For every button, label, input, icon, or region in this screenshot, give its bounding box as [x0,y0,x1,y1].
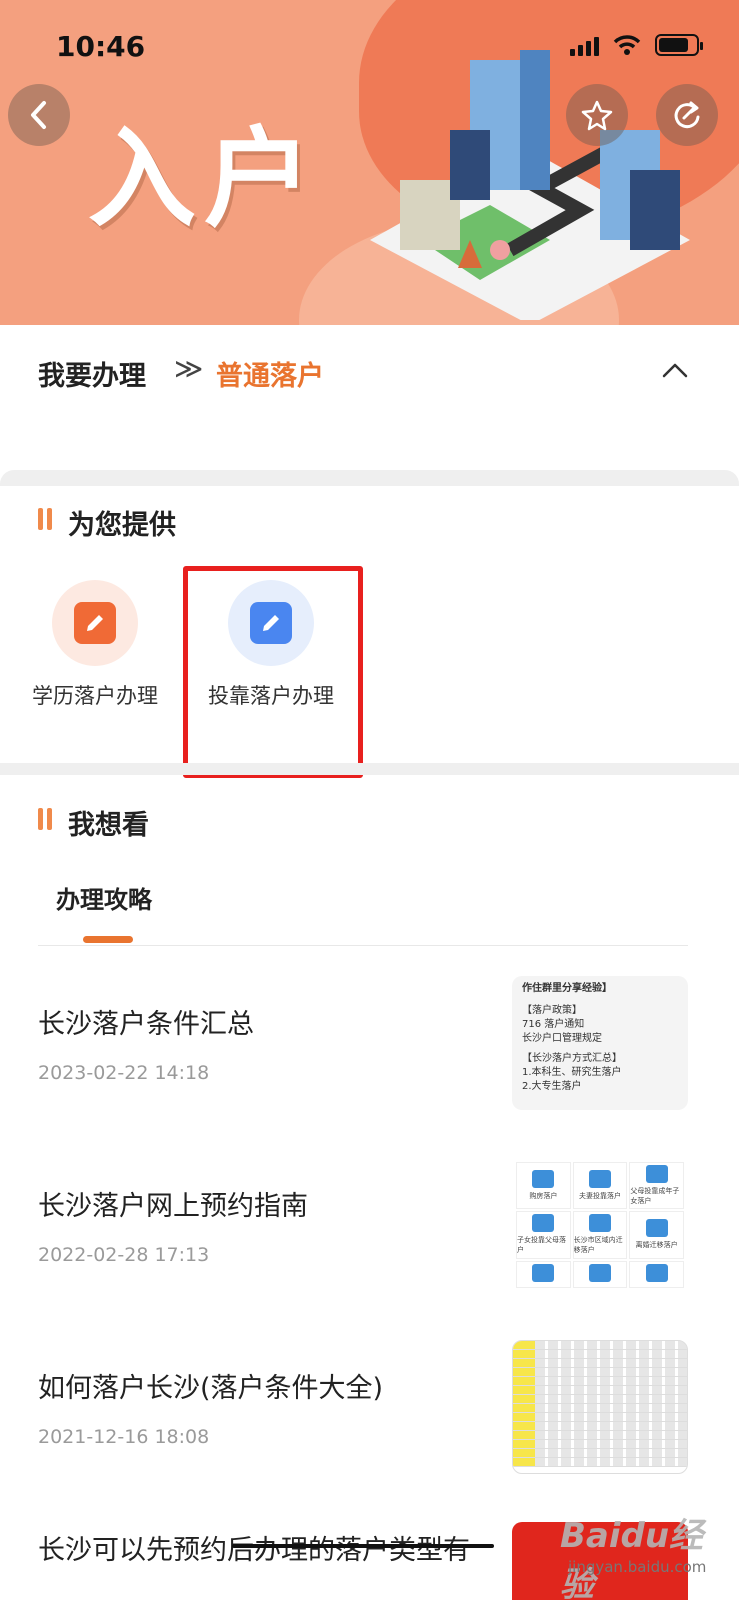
banner-title: 入户 [88,117,321,242]
status-icons [570,34,703,56]
article-thumbnail[interactable]: 作住群里分享经验】 【落户政策】 716 落户通知 长沙户口管理规定 【长沙落户… [512,976,688,1110]
article-title[interactable]: 如何落户长沙(落户条件大全) [38,1366,383,1405]
thumb-cell: 离婚迁移落户 [629,1211,684,1259]
thumb-table [513,1341,687,1467]
article-title[interactable]: 长沙落户条件汇总 [38,1002,254,1041]
thumb-text: 1.本科生、研究生落户 [522,1067,622,1078]
breadcrumb-label: 我要办理 [38,361,146,392]
service-icon-circle [52,580,138,666]
thumb-cell [516,1260,571,1288]
article-date: 2023-02-22 14:18 [38,1062,210,1084]
back-button[interactable] [8,84,70,146]
view-section-title: 我想看 [68,810,149,841]
article-thumbnail[interactable] [512,1340,688,1474]
thumb-cell: 夫妻投靠落户 [572,1162,628,1210]
status-time: 10:46 [56,30,146,63]
thumb-cell: 购房落户 [516,1162,571,1210]
tab-guides[interactable]: 办理攻略 [56,880,152,915]
thumb-cell [572,1260,628,1288]
thumb-text: 716 落户通知 [522,1019,585,1030]
thumb-text: 【长沙落户方式汇总】 [522,1053,622,1064]
breadcrumb [0,325,739,475]
chevron-up-icon[interactable] [662,362,688,378]
section-marker-icon [38,508,52,530]
article-date: 2021-12-16 18:08 [38,1426,210,1448]
section-divider [0,470,739,486]
article-date: 2022-02-28 17:13 [38,1244,210,1266]
tab-divider [38,945,688,946]
share-button[interactable] [656,84,718,146]
watermark-url: jingyan.baidu.com [568,1558,707,1576]
breadcrumb-current[interactable]: 普通落户 [216,354,324,393]
header-banner: 10:46 入户 [0,0,739,325]
breadcrumb-separator: ≫ [174,352,204,385]
thumb-text: 【落户政策】 [522,1005,582,1016]
thumb-cell: 子女投靠父母落户 [516,1211,571,1259]
wifi-icon [613,35,641,55]
baidu-watermark: Baidu经验 jingyan.baidu.com [560,1486,730,1600]
provide-section-title: 为您提供 [68,510,176,541]
thumb-cell: 长沙市区域内迁移落户 [572,1211,628,1259]
battery-icon [655,34,703,56]
tab-active-indicator [83,936,133,943]
thumb-text: 作住群里分享经验】 [522,983,612,994]
thumb-cell [629,1260,684,1288]
edit-icon [74,602,116,644]
thumb-text: 长沙户口管理规定 [522,1033,602,1044]
ink-stroke [232,1544,494,1548]
section-marker-icon [38,808,52,830]
section-divider [0,763,739,775]
service-education-settlement[interactable]: 学历落户办理 [20,580,170,713]
signal-icon [570,36,599,56]
thumb-cell: 父母投靠成年子女落户 [629,1162,684,1210]
city-illustration [370,50,690,320]
article-thumbnail[interactable]: 购房落户 夫妻投靠落户 父母投靠成年子女落户 子女投靠父母落户 长沙市区域内迁移… [512,1158,688,1292]
thumb-text: 2.大专生落户 [522,1081,582,1092]
service-label: 学历落户办理 [32,684,158,708]
star-icon [581,100,613,131]
article-title[interactable]: 长沙落户网上预约指南 [38,1184,308,1223]
chevron-left-icon [31,101,46,129]
share-icon [674,101,700,129]
highlight-annotation [183,566,363,778]
favorite-button[interactable] [566,84,628,146]
watermark-brand: Baidu经验 [560,1516,704,1600]
